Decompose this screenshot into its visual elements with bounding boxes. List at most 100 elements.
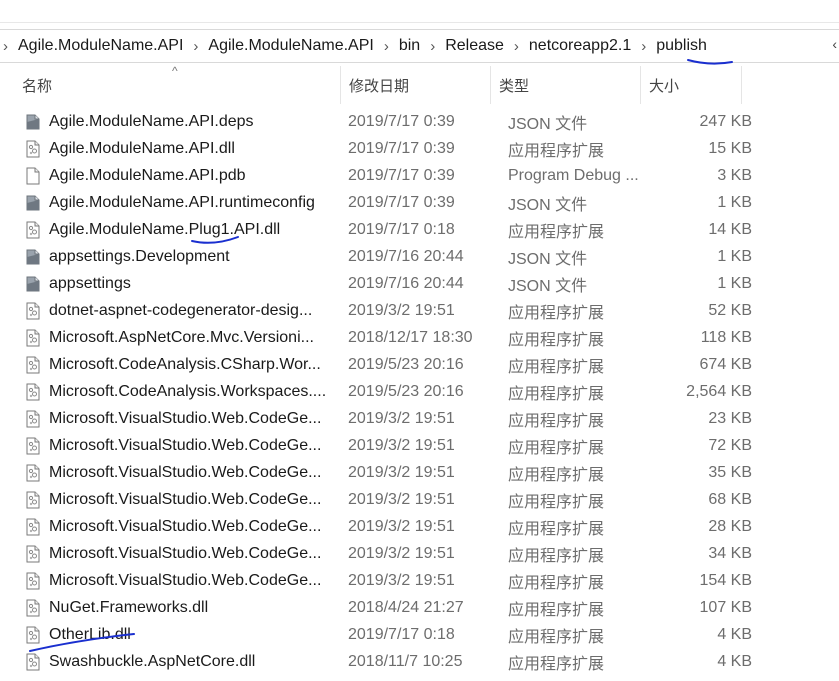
file-name: Agile.ModuleName.API.deps [49, 112, 254, 130]
file-row[interactable]: Agile.ModuleName.API.dll 2019/7/17 0:39 应用… [0, 135, 839, 162]
breadcrumb-chevron-icon[interactable]: › [424, 38, 441, 55]
file-modified-date: 2019/3/2 19:51 [348, 301, 455, 319]
file-name: Microsoft.VisualStudio.Web.CodeGe... [49, 436, 322, 454]
file-row[interactable]: Microsoft.VisualStudio.Web.CodeGe... 2019… [0, 459, 839, 486]
breadcrumb-chevron-icon[interactable]: › [0, 38, 14, 55]
breadcrumb-item-5[interactable]: netcoreapp2.1 [525, 37, 635, 55]
window-top-strip [0, 0, 839, 23]
file-type: 应用程序扩展 [508, 304, 605, 322]
file-name-cell: NuGet.Frameworks.dll [0, 599, 338, 617]
file-type: 应用程序扩展 [508, 331, 605, 349]
breadcrumb-item-4[interactable]: Release [441, 37, 508, 55]
file-name-cell: dotnet-aspnet-codegenerator-desig... [0, 302, 338, 320]
file-type: 应用程序扩展 [508, 385, 605, 403]
file-row[interactable]: appsettings 2019/7/16 20:44 JSON 文件 1 KB [0, 270, 839, 297]
address-bar[interactable]: › Agile.ModuleName.API › Agile.ModuleNam… [0, 29, 839, 63]
file-row[interactable]: Microsoft.VisualStudio.Web.CodeGe... 2019… [0, 513, 839, 540]
file-modified-date: 2019/3/2 19:51 [348, 436, 455, 454]
file-size: 2,564 KB [686, 382, 752, 400]
file-type: 应用程序扩展 [508, 628, 605, 646]
file-row[interactable]: Microsoft.VisualStudio.Web.CodeGe... 2019… [0, 540, 839, 567]
file-row[interactable]: Microsoft.VisualStudio.Web.CodeGe... 2019… [0, 486, 839, 513]
file-row[interactable]: OtherLib.dll 2019/7/17 0:18 应用程序扩展 4 KB [0, 621, 839, 648]
file-row[interactable]: Microsoft.CodeAnalysis.Workspaces.... 201… [0, 378, 839, 405]
dll-file-icon [25, 140, 41, 158]
file-name-cell: Microsoft.CodeAnalysis.Workspaces.... [0, 383, 338, 401]
column-header-type[interactable]: 类型 [491, 66, 641, 104]
column-header-size[interactable]: 大小 [641, 66, 742, 104]
file-modified-date: 2019/5/23 20:16 [348, 382, 464, 400]
file-size: 1 KB [717, 247, 752, 265]
file-row[interactable]: NuGet.Frameworks.dll 2018/4/24 21:27 应用程序扩… [0, 594, 839, 621]
file-name: Agile.ModuleName.Plug1.API.dll [49, 220, 281, 238]
file-type: JSON 文件 [508, 115, 588, 133]
file-name: Agile.ModuleName.API.runtimeconfig [49, 193, 315, 211]
file-name: Microsoft.VisualStudio.Web.CodeGe... [49, 571, 322, 589]
breadcrumb-item-6[interactable]: publish [652, 37, 711, 55]
breadcrumb-item-3[interactable]: bin [395, 37, 424, 55]
file-name-cell: Agile.ModuleName.API.pdb [0, 167, 338, 185]
file-name-cell: appsettings [0, 275, 338, 293]
breadcrumb-chevron-icon[interactable]: › [187, 38, 204, 55]
file-row[interactable]: Agile.ModuleName.Plug1.API.dll 2019/7/17 … [0, 216, 839, 243]
dll-file-icon [25, 491, 41, 509]
file-name: OtherLib.dll [49, 625, 131, 643]
file-row[interactable]: Microsoft.AspNetCore.Mvc.Versioni... 2018… [0, 324, 839, 351]
file-row[interactable]: Microsoft.VisualStudio.Web.CodeGe... 2019… [0, 432, 839, 459]
file-modified-date: 2019/7/16 20:44 [348, 247, 464, 265]
breadcrumb-chevron-icon[interactable]: › [378, 38, 395, 55]
breadcrumb-chevron-icon[interactable]: › [508, 38, 525, 55]
file-name-cell: Microsoft.VisualStudio.Web.CodeGe... [0, 464, 338, 482]
dll-file-icon [25, 221, 41, 239]
breadcrumb-item-2[interactable]: Agile.ModuleName.API [204, 37, 377, 55]
file-row[interactable]: Swashbuckle.AspNetCore.dll 2018/11/7 10:2… [0, 648, 839, 675]
column-header-type-label: 类型 [499, 77, 530, 95]
file-modified-date: 2019/5/23 20:16 [348, 355, 464, 373]
file-size: 15 KB [708, 139, 752, 157]
file-modified-date: 2019/7/17 0:39 [348, 112, 455, 130]
file-name: Swashbuckle.AspNetCore.dll [49, 652, 256, 670]
file-name-cell: Microsoft.VisualStudio.Web.CodeGe... [0, 545, 338, 563]
file-name-cell: Microsoft.VisualStudio.Web.CodeGe... [0, 518, 338, 536]
dll-file-icon [25, 356, 41, 374]
file-modified-date: 2019/7/17 0:39 [348, 139, 455, 157]
address-dropdown-chevron-icon[interactable]: ‹ [832, 36, 837, 52]
file-type: 应用程序扩展 [508, 358, 605, 376]
file-list: Agile.ModuleName.API.deps 2019/7/17 0:39 J… [0, 108, 839, 675]
file-name: appsettings [49, 274, 131, 292]
file-type: 应用程序扩展 [508, 466, 605, 484]
file-type: JSON 文件 [508, 196, 588, 214]
file-row[interactable]: Agile.ModuleName.API.deps 2019/7/17 0:39 J… [0, 108, 839, 135]
file-row[interactable]: Agile.ModuleName.API.pdb 2019/7/17 0:39 Pr… [0, 162, 839, 189]
file-name-cell: Microsoft.VisualStudio.Web.CodeGe... [0, 410, 338, 428]
file-row[interactable]: Microsoft.CodeAnalysis.CSharp.Wor... 2019… [0, 351, 839, 378]
file-modified-date: 2018/4/24 21:27 [348, 598, 464, 616]
file-name: Microsoft.VisualStudio.Web.CodeGe... [49, 463, 322, 481]
file-row[interactable]: appsettings.Development 2019/7/16 20:44 JS… [0, 243, 839, 270]
file-name-cell: Agile.ModuleName.API.dll [0, 140, 338, 158]
file-row[interactable]: Microsoft.VisualStudio.Web.CodeGe... 2019… [0, 567, 839, 594]
json-file-icon [25, 113, 41, 131]
file-size: 107 KB [699, 598, 752, 616]
breadcrumb-item-1[interactable]: Agile.ModuleName.API [14, 37, 187, 55]
file-size: 3 KB [717, 166, 752, 184]
column-header-date[interactable]: 修改日期 [341, 66, 491, 104]
sort-ascending-icon: ^ [172, 64, 178, 78]
file-modified-date: 2018/12/17 18:30 [348, 328, 473, 346]
json-file-icon [25, 248, 41, 266]
file-modified-date: 2019/3/2 19:51 [348, 544, 455, 562]
file-size: 4 KB [717, 625, 752, 643]
breadcrumb-chevron-icon[interactable]: › [635, 38, 652, 55]
file-row[interactable]: Agile.ModuleName.API.runtimeconfig 2019/7… [0, 189, 839, 216]
file-row[interactable]: dotnet-aspnet-codegenerator-desig... 2019… [0, 297, 839, 324]
file-size: 674 KB [699, 355, 752, 373]
file-size: 118 KB [700, 328, 752, 346]
file-type: 应用程序扩展 [508, 547, 605, 565]
column-header-name[interactable]: ^ 名称 [0, 64, 341, 104]
file-size: 23 KB [708, 409, 752, 427]
file-modified-date: 2019/7/17 0:18 [348, 220, 455, 238]
file-type: 应用程序扩展 [508, 439, 605, 457]
file-size: 34 KB [708, 544, 752, 562]
file-row[interactable]: Microsoft.VisualStudio.Web.CodeGe... 2019… [0, 405, 839, 432]
file-name-cell: Microsoft.VisualStudio.Web.CodeGe... [0, 437, 338, 455]
